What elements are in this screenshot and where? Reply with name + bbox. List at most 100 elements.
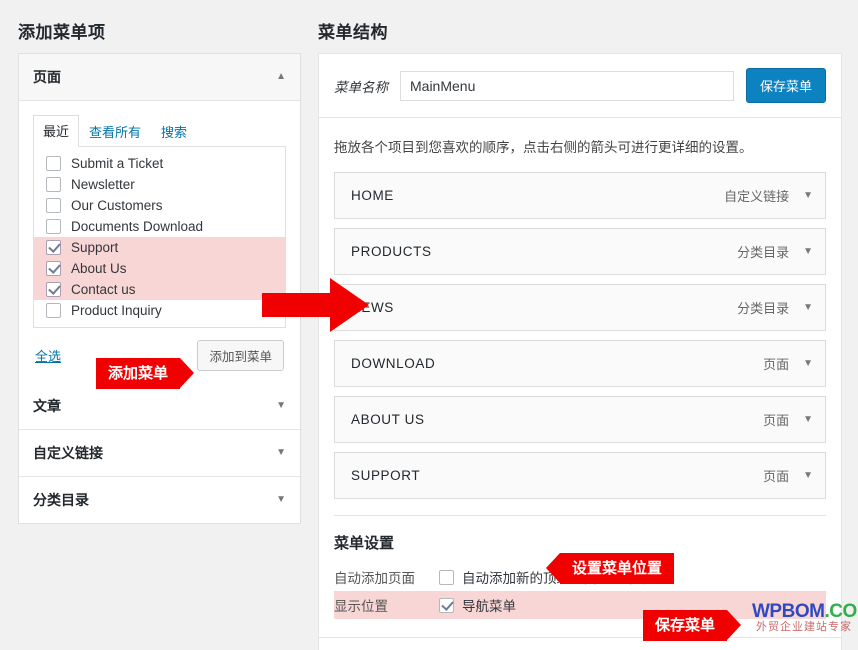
accordion-header-pages[interactable]: 页面 ▲ bbox=[19, 54, 300, 101]
add-menu-items-column: 添加菜单项 页面 ▲ 最近 查看所有 搜索 Submit a Ticket Ne… bbox=[18, 0, 301, 524]
checkbox-documents-download[interactable] bbox=[46, 219, 61, 234]
menu-item-meta: 分类目录 ▼ bbox=[737, 242, 813, 261]
menu-item-meta: 页面 ▼ bbox=[763, 410, 813, 429]
list-item-label: Documents Download bbox=[71, 219, 204, 234]
setting-control-display-location[interactable]: 导航菜单 bbox=[439, 595, 516, 615]
annotation-save-menu: 保存菜单 bbox=[643, 610, 742, 641]
accordion-label-posts: 文章 bbox=[33, 398, 61, 414]
list-item[interactable]: Submit a Ticket bbox=[34, 153, 285, 174]
list-item[interactable]: Support bbox=[34, 237, 285, 258]
setting-label-display-location: 显示位置 bbox=[334, 599, 388, 614]
menu-settings-title: 菜单设置 bbox=[334, 535, 395, 552]
watermark-brand-second: OM bbox=[794, 601, 825, 622]
menu-item-type: 分类目录 bbox=[737, 245, 790, 260]
menu-item-meta: 页面 ▼ bbox=[763, 354, 813, 373]
annotation-set-position-ribbon: 设置菜单位置 bbox=[545, 553, 675, 584]
annotation-add-menu: 添加菜单 bbox=[96, 358, 195, 389]
chevron-down-icon[interactable]: ▼ bbox=[803, 470, 813, 481]
list-item[interactable]: About Us bbox=[34, 258, 285, 279]
menu-name-input[interactable] bbox=[400, 70, 734, 101]
watermark-brand-first: WPB bbox=[752, 601, 795, 622]
list-item[interactable]: Our Customers bbox=[34, 195, 285, 216]
table-row[interactable]: PRODUCTS 分类目录 ▼ bbox=[334, 228, 826, 275]
setting-label-auto-add-pages: 自动添加页面 bbox=[334, 571, 415, 586]
checkbox-product-inquiry[interactable] bbox=[46, 303, 61, 318]
chevron-down-icon[interactable]: ▼ bbox=[803, 246, 813, 257]
list-item-label: Support bbox=[71, 240, 119, 255]
menu-structure-footer: 删除菜单 保存菜单 bbox=[319, 637, 841, 650]
chevron-down-icon[interactable]: ▼ bbox=[803, 190, 813, 201]
annotation-save-menu-ribbon: 保存菜单 bbox=[643, 610, 742, 641]
watermark-brand: WPBOM.COM bbox=[752, 601, 858, 622]
menu-item-type: 页面 bbox=[763, 413, 790, 428]
setting-checkbox-label: 导航菜单 bbox=[462, 599, 516, 614]
menu-item-meta: 页面 ▼ bbox=[763, 466, 813, 485]
chevron-up-icon[interactable]: ▲ bbox=[276, 72, 286, 82]
menu-item-type: 页面 bbox=[763, 469, 790, 484]
menu-item-title: DOWNLOAD bbox=[351, 356, 436, 371]
list-item-label: Newsletter bbox=[71, 177, 135, 192]
menu-name-bar: 菜单名称 保存菜单 bbox=[319, 54, 841, 118]
menu-item-type: 分类目录 bbox=[737, 301, 790, 316]
chevron-down-icon[interactable]: ▼ bbox=[276, 448, 286, 458]
accordion-label-categories: 分类目录 bbox=[33, 492, 89, 508]
accordion-body-pages: 最近 查看所有 搜索 Submit a Ticket Newsletter Ou… bbox=[19, 101, 300, 383]
chevron-down-icon[interactable]: ▼ bbox=[276, 495, 286, 505]
accordion-header-custom-links[interactable]: 自定义链接 ▼ bbox=[19, 430, 300, 477]
menu-item-meta: 自定义链接 ▼ bbox=[724, 186, 813, 205]
settings-divider bbox=[334, 515, 826, 516]
checkbox-submit-a-ticket[interactable] bbox=[46, 156, 61, 171]
checkbox-about-us[interactable] bbox=[46, 261, 61, 276]
menu-editor-screen: 添加菜单项 页面 ▲ 最近 查看所有 搜索 Submit a Ticket Ne… bbox=[0, 0, 858, 650]
page-title-add-menu-items: 添加菜单项 bbox=[18, 23, 106, 42]
tab-search[interactable]: 搜索 bbox=[151, 116, 197, 147]
menu-item-type: 页面 bbox=[763, 357, 790, 372]
chevron-down-icon[interactable]: ▼ bbox=[803, 358, 813, 369]
select-all-link[interactable]: 全选 bbox=[35, 346, 61, 365]
list-item-label: Product Inquiry bbox=[71, 303, 162, 318]
tab-recent[interactable]: 最近 bbox=[33, 115, 80, 147]
chevron-down-icon[interactable]: ▼ bbox=[276, 401, 286, 411]
table-row[interactable]: HOME 自定义链接 ▼ bbox=[334, 172, 826, 219]
checkbox-support[interactable] bbox=[46, 240, 61, 255]
checkbox-contact-us[interactable] bbox=[46, 282, 61, 297]
menu-structure-body: 拖放各个项目到您喜欢的顺序，点击右侧的箭头可进行更详细的设置。 HOME 自定义… bbox=[319, 118, 841, 623]
drag-hint-text: 拖放各个项目到您喜欢的顺序，点击右侧的箭头可进行更详细的设置。 bbox=[334, 140, 753, 155]
checkbox-auto-add-pages[interactable] bbox=[439, 569, 454, 585]
watermark-tagline: 外贸企业建站专家 bbox=[756, 620, 852, 633]
list-item-label: Submit a Ticket bbox=[71, 156, 164, 171]
checkbox-our-customers[interactable] bbox=[46, 198, 61, 213]
checkbox-newsletter[interactable] bbox=[46, 177, 61, 192]
chevron-down-icon[interactable]: ▼ bbox=[803, 302, 813, 313]
table-row[interactable]: NEWS 分类目录 ▼ bbox=[334, 284, 826, 331]
menu-name-label: 菜单名称 bbox=[334, 79, 388, 95]
list-item[interactable]: Newsletter bbox=[34, 174, 285, 195]
table-row[interactable]: SUPPORT 页面 ▼ bbox=[334, 452, 826, 499]
accordion-label-pages: 页面 bbox=[33, 69, 61, 85]
annotation-set-position: 设置菜单位置 bbox=[545, 553, 675, 584]
checkbox-navigation-menu[interactable] bbox=[439, 597, 454, 613]
accordion-header-posts[interactable]: 文章 ▼ bbox=[19, 383, 300, 430]
menu-item-title: ABOUT US bbox=[351, 412, 425, 427]
add-to-menu-button[interactable]: 添加到菜单 bbox=[197, 340, 284, 371]
page-title-menu-structure: 菜单结构 bbox=[318, 23, 388, 42]
list-item-label: Our Customers bbox=[71, 198, 163, 213]
accordion-label-custom-links: 自定义链接 bbox=[33, 445, 103, 461]
menu-item-title: HOME bbox=[351, 188, 394, 203]
list-item[interactable]: Contact us bbox=[34, 279, 285, 300]
pages-tab-bar: 最近 查看所有 搜索 bbox=[33, 115, 286, 147]
accordion-header-categories[interactable]: 分类目录 ▼ bbox=[19, 477, 300, 523]
chevron-down-icon[interactable]: ▼ bbox=[803, 414, 813, 425]
menu-item-type: 自定义链接 bbox=[724, 189, 790, 204]
list-item[interactable]: Documents Download bbox=[34, 216, 285, 237]
list-item-label: Contact us bbox=[71, 282, 136, 297]
menu-items-list: HOME 自定义链接 ▼ PRODUCTS 分类目录 ▼ NEWS 分类目录 ▼… bbox=[334, 172, 826, 499]
save-menu-top-button[interactable]: 保存菜单 bbox=[745, 68, 826, 103]
table-row[interactable]: ABOUT US 页面 ▼ bbox=[334, 396, 826, 443]
list-item-label: About Us bbox=[71, 261, 127, 276]
table-row[interactable]: DOWNLOAD 页面 ▼ bbox=[334, 340, 826, 387]
right-arrow-icon bbox=[262, 276, 370, 339]
menu-item-meta: 分类目录 ▼ bbox=[737, 298, 813, 317]
list-item[interactable]: Product Inquiry bbox=[34, 300, 285, 321]
tab-view-all[interactable]: 查看所有 bbox=[79, 116, 151, 147]
